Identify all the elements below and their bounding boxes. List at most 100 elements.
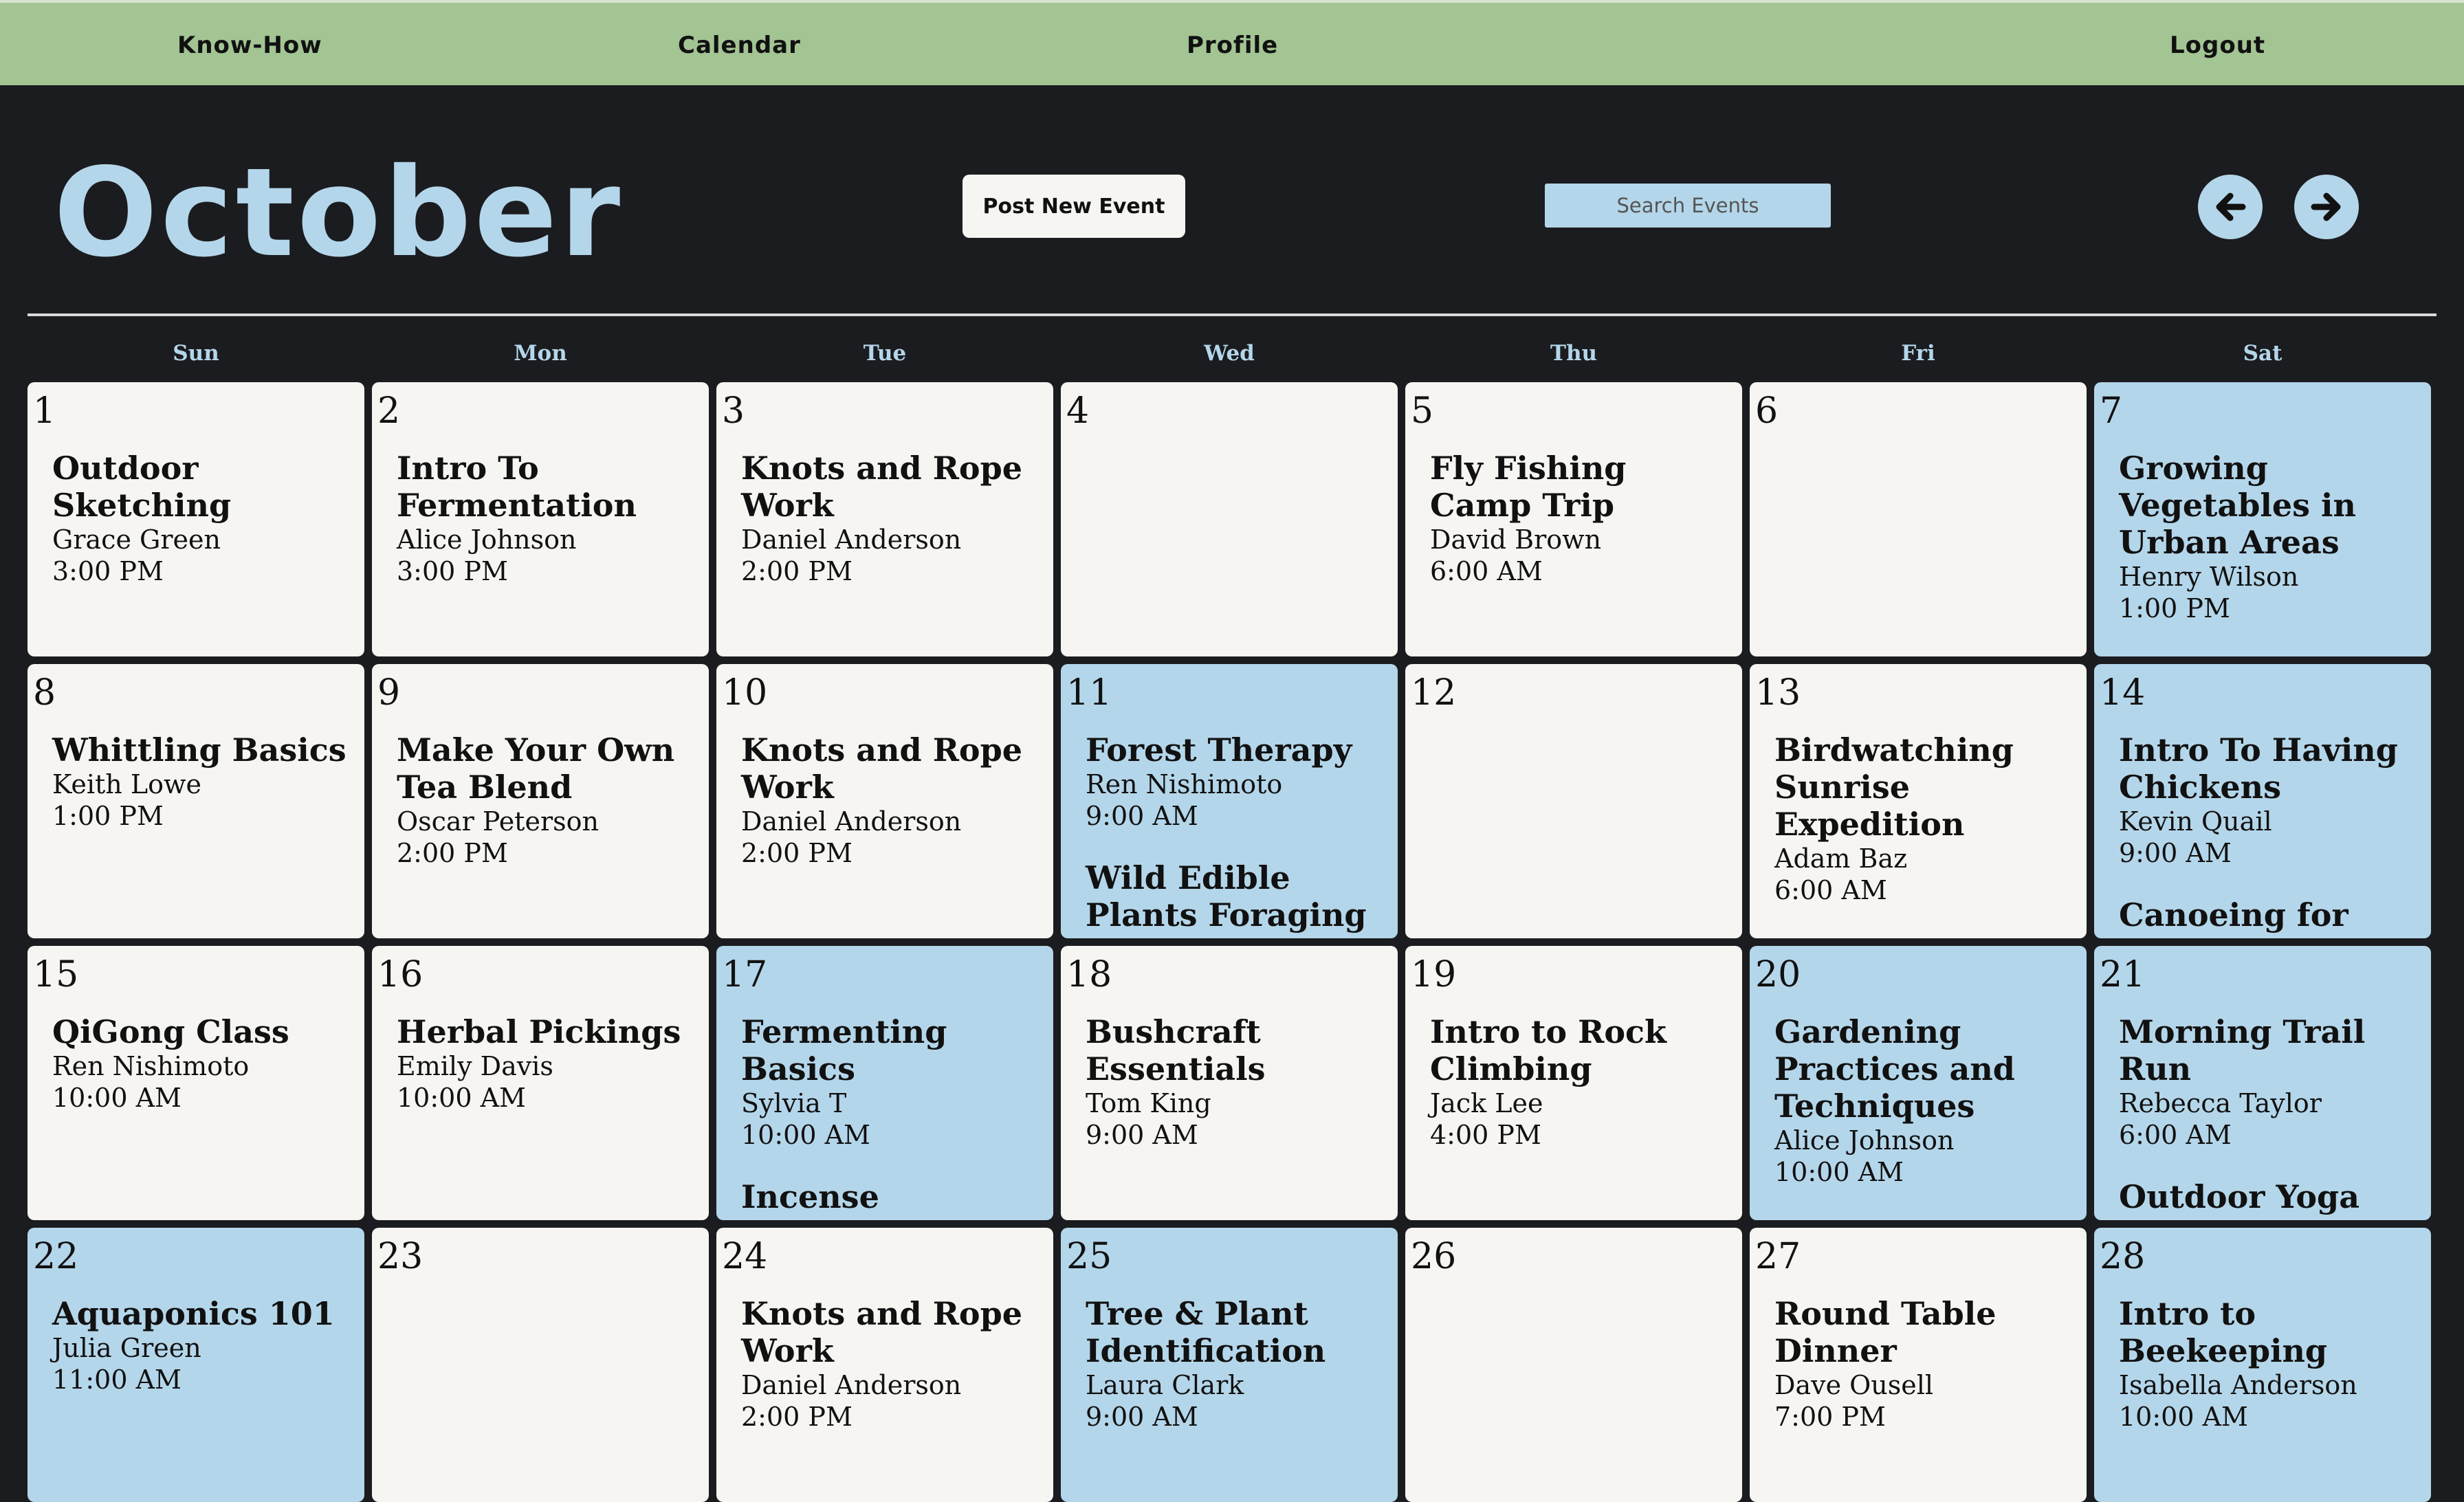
day-cell-18[interactable]: 18 Bushcraft Essentials Tom King 9:00 AM — [1061, 946, 1398, 1220]
event-entry[interactable]: Herbal Pickings Emily Davis 10:00 AM — [384, 1013, 709, 1114]
event-entry[interactable]: Bushcraft Essentials Tom King 9:00 AM — [1073, 1013, 1398, 1151]
event-entry[interactable]: Knots and Rope Work Daniel Anderson 2:00 P… — [729, 1295, 1053, 1433]
event-title: Fly Fishing Camp Trip — [1430, 450, 1627, 524]
event-title: Herbal Pickings — [397, 1013, 681, 1050]
day-number: 15 — [33, 954, 79, 995]
event-host: Ren Nishimoto — [1086, 769, 1283, 799]
post-new-event-button[interactable]: Post New Event — [962, 175, 1185, 238]
day-cell-24[interactable]: 24 Knots and Rope Work Daniel Anderson 2:00… — [716, 1228, 1053, 1502]
event-entry[interactable]: Birdhouse Crafting — [1762, 1215, 2087, 1220]
day-cell-11[interactable]: 11 Forest Therapy Ren Nishimoto 9:00 AM Wild… — [1061, 664, 1398, 938]
event-entry[interactable]: Gardening Practices and Techniques Alice … — [1762, 1013, 2087, 1188]
day-cell-10[interactable]: 10 Knots and Rope Work Daniel Anderson 2:00… — [716, 664, 1053, 938]
event-host: Jack Lee — [1430, 1088, 1543, 1118]
day-cell-16[interactable]: 16 Herbal Pickings Emily Davis 10:00 AM — [372, 946, 709, 1220]
event-entry[interactable]: QiGong Class Ren Nishimoto 10:00 AM — [40, 1013, 364, 1114]
event-entry[interactable]: Outdoor Yoga Retreat — [2106, 1178, 2431, 1220]
day-number: 1 — [33, 390, 56, 432]
day-cell-4[interactable]: 4 — [1061, 382, 1398, 656]
event-host: Oscar Peterson — [397, 806, 599, 837]
event-time: 11:00 AM — [52, 1365, 182, 1395]
nav-profile[interactable]: Profile — [1187, 3, 1278, 88]
event-entry[interactable]: Make Your Own Tea Blend Oscar Peterson 2:0… — [384, 731, 709, 869]
next-month-button[interactable] — [2294, 175, 2359, 239]
day-cell-8[interactable]: 8 Whittling Basics Keith Lowe 1:00 PM — [28, 664, 364, 938]
event-host: Rebecca Taylor — [2119, 1088, 2322, 1118]
event-time: 1:00 PM — [52, 801, 164, 831]
event-entry[interactable]: Tree & Plant Identification Laura Clark 9:… — [1073, 1295, 1398, 1433]
day-cell-15[interactable]: 15 QiGong Class Ren Nishimoto 10:00 AM — [28, 946, 364, 1220]
event-entry[interactable]: Canoeing for — [2106, 896, 2431, 934]
event-entry[interactable]: Forest Therapy Ren Nishimoto 9:00 AM — [1073, 731, 1398, 832]
event-entry[interactable]: Intro to Rock Climbing Jack Lee 4:00 PM — [1418, 1013, 1742, 1151]
weekday-label-sun: Sun — [173, 341, 219, 366]
event-entry[interactable]: Growing Vegetables in Urban Areas Henry W… — [2106, 450, 2431, 624]
event-entry[interactable]: Intro To Having Chickens Kevin Quail 9:00 … — [2106, 731, 2431, 869]
nav-calendar[interactable]: Calendar — [678, 3, 801, 88]
event-host: Keith Lowe — [52, 769, 201, 799]
search-events-input[interactable] — [1545, 184, 1831, 228]
event-time: 6:00 AM — [2119, 1120, 2232, 1150]
event-entry[interactable]: Intro to Beekeeping Isabella Anderson 10:0… — [2106, 1295, 2431, 1433]
event-entry[interactable]: Knots and Rope Work Daniel Anderson 2:00 P… — [729, 450, 1053, 587]
day-cell-9[interactable]: 9 Make Your Own Tea Blend Oscar Peterson 2:… — [372, 664, 709, 938]
event-entry[interactable]: Round Table Dinner Dave Ousell 7:00 PM — [1762, 1295, 2087, 1433]
event-title: Round Table Dinner — [1774, 1295, 1996, 1369]
event-entry[interactable]: Morning Trail Run Rebecca Taylor 6:00 AM — [2106, 1013, 2431, 1151]
day-cell-17[interactable]: 17 Fermenting Basics Sylvia T 10:00 AM Incen… — [716, 946, 1053, 1220]
day-cell-20[interactable]: 20 Gardening Practices and Techniques Alic… — [1750, 946, 2087, 1220]
event-title: Knots and Rope Work — [741, 1295, 1023, 1369]
event-entry[interactable]: Knots and Rope Work Daniel Anderson 2:00 P… — [729, 731, 1053, 869]
day-number: 9 — [377, 672, 401, 714]
previous-month-button[interactable] — [2198, 175, 2263, 239]
event-entry[interactable]: Intro To Having — [2106, 652, 2431, 656]
event-title: Intro To Fermentation — [397, 450, 637, 524]
event-host: Laura Clark — [1086, 1370, 1244, 1400]
day-cell-21[interactable]: 21 Morning Trail Run Rebecca Taylor 6:00 AM… — [2094, 946, 2431, 1220]
event-time: 9:00 AM — [1086, 1402, 1198, 1432]
day-number: 25 — [1066, 1236, 1112, 1277]
nav-know-how[interactable]: Know-How — [177, 3, 322, 88]
header-divider — [28, 313, 2436, 316]
day-cell-1[interactable]: 1 Outdoor Sketching Grace Green 3:00 PM — [28, 382, 364, 656]
day-cell-6[interactable]: 6 — [1750, 382, 2087, 656]
event-host: Adam Baz — [1774, 843, 1908, 874]
event-entry[interactable]: Fermenting Basics Sylvia T 10:00 AM — [729, 1013, 1053, 1151]
event-time: 10:00 AM — [1774, 1157, 1904, 1187]
event-title: Knots and Rope Work — [741, 450, 1023, 524]
day-number: 11 — [1066, 672, 1112, 714]
event-host: Daniel Anderson — [741, 806, 962, 837]
day-cell-22[interactable]: 22 Aquaponics 101 Julia Green 11:00 AM — [28, 1228, 364, 1502]
day-cell-7[interactable]: 7 Growing Vegetables in Urban Areas Henry … — [2094, 382, 2431, 656]
day-cell-26[interactable]: 26 — [1405, 1228, 1742, 1502]
day-cell-12[interactable]: 12 — [1405, 664, 1742, 938]
nav-logout[interactable]: Logout — [2170, 3, 2265, 88]
event-entry[interactable]: Aquaponics 101 Julia Green 11:00 AM — [40, 1295, 364, 1395]
event-title: Incense Workshop — [741, 1178, 918, 1220]
event-time: 6:00 AM — [1430, 556, 1543, 586]
event-entry[interactable]: Whittling Basics Keith Lowe 1:00 PM — [40, 731, 364, 832]
event-entry[interactable]: Birdwatching Sunrise Expedition Adam Baz 6… — [1762, 731, 2087, 906]
event-title: QiGong Class — [52, 1013, 289, 1050]
event-time: 3:00 PM — [52, 556, 164, 586]
day-cell-23[interactable]: 23 — [372, 1228, 709, 1502]
day-cell-27[interactable]: 27 Round Table Dinner Dave Ousell 7:00 PM — [1750, 1228, 2087, 1502]
day-cell-25[interactable]: 25 Tree & Plant Identification Laura Clark… — [1061, 1228, 1398, 1502]
day-number: 16 — [377, 954, 424, 995]
day-cell-28[interactable]: 28 Intro to Beekeeping Isabella Anderson 10… — [2094, 1228, 2431, 1502]
event-entry[interactable]: Incense WorkshopGrace Green — [729, 1178, 1053, 1220]
day-number: 5 — [1411, 390, 1434, 432]
event-entry[interactable]: Outdoor Sketching Grace Green 3:00 PM — [40, 450, 364, 587]
event-time: 2:00 PM — [741, 838, 852, 868]
day-cell-13[interactable]: 13 Birdwatching Sunrise Expedition Adam Ba… — [1750, 664, 2087, 938]
event-entry[interactable]: Fly Fishing Camp Trip David Brown 6:00 AM — [1418, 450, 1742, 587]
day-cell-5[interactable]: 5 Fly Fishing Camp Trip David Brown 6:00 AM — [1405, 382, 1742, 656]
event-entry[interactable]: Intro To Fermentation Alice Johnson 3:00 P… — [384, 450, 709, 587]
day-cell-19[interactable]: 19 Intro to Rock Climbing Jack Lee 4:00 PM — [1405, 946, 1742, 1220]
weekday-label-tue: Tue — [863, 341, 907, 366]
day-cell-3[interactable]: 3 Knots and Rope Work Daniel Anderson 2:00 … — [716, 382, 1053, 656]
day-cell-2[interactable]: 2 Intro To Fermentation Alice Johnson 3:00 … — [372, 382, 709, 656]
event-title: Aquaponics 101 — [52, 1295, 335, 1332]
day-cell-14[interactable]: 14 Intro To Having Chickens Kevin Quail 9:0… — [2094, 664, 2431, 938]
event-entry[interactable]: Wild Edible Plants Foraging — [1073, 859, 1398, 934]
